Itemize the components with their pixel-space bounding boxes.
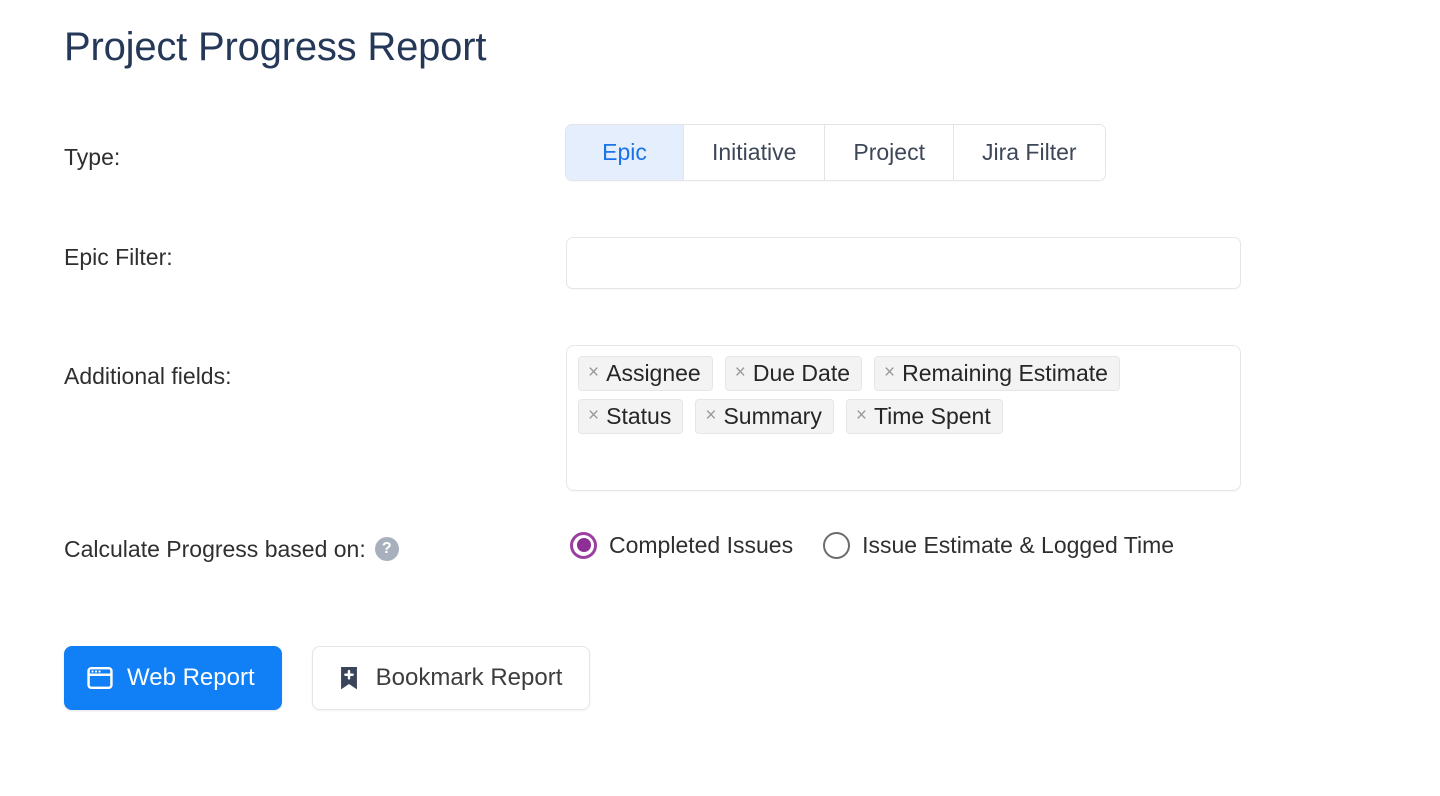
epic-filter-input[interactable] [566, 237, 1241, 289]
tab-epic[interactable]: Epic [566, 125, 684, 180]
chip-summary[interactable]: × Summary [695, 399, 834, 434]
chip-status[interactable]: × Status [578, 399, 684, 434]
tab-initiative[interactable]: Initiative [684, 125, 826, 180]
bookmark-report-button-label: Bookmark Report [375, 664, 563, 691]
calculate-progress-label: Calculate Progress based on: [64, 536, 366, 562]
remove-chip-icon[interactable]: × [588, 406, 599, 425]
web-report-button-label: Web Report [127, 664, 255, 691]
chip-label: Time Spent [873, 403, 991, 429]
chip-label: Assignee [606, 360, 701, 386]
radio-option-completed-issues[interactable]: Completed Issues [570, 530, 793, 560]
chip-label: Due Date [752, 360, 851, 386]
chip-label: Remaining Estimate [902, 360, 1108, 386]
type-tab-group: Epic Initiative Project Jira Filter [566, 125, 1105, 180]
tab-project[interactable]: Project [825, 125, 954, 180]
radio-dot-unselected-icon[interactable] [823, 531, 851, 559]
remove-chip-icon[interactable]: × [588, 363, 599, 382]
calculate-progress-radio-group: Completed Issues Issue Estimate & Logged… [570, 530, 1174, 560]
type-label: Type: [64, 144, 121, 170]
remove-chip-icon[interactable]: × [884, 363, 895, 382]
remove-chip-icon[interactable]: × [705, 406, 716, 425]
browser-window-icon [86, 664, 114, 692]
tab-epic-label: Epic [602, 139, 647, 165]
additional-fields-label: Additional fields: [64, 363, 232, 389]
question-mark-icon[interactable]: ? [374, 537, 399, 561]
chip-label: Summary [723, 403, 822, 429]
chip-label: Status [606, 403, 672, 429]
tab-jira-filter[interactable]: Jira Filter [953, 125, 1105, 180]
epic-filter-label: Epic Filter: [64, 244, 173, 270]
tab-jira-filter-label: Jira Filter [981, 139, 1077, 165]
tab-project-label: Project [853, 139, 925, 165]
project-progress-report-page: Project Progress Report Type: Epic Initi… [0, 0, 1440, 796]
calculate-progress-label-group: Calculate Progress based on: ? [64, 534, 399, 564]
remove-chip-icon[interactable]: × [735, 363, 746, 382]
chip-time-spent[interactable]: × Time Spent [845, 399, 1003, 434]
radio-label: Issue Estimate & Logged Time [862, 532, 1175, 558]
chip-due-date[interactable]: × Due Date [724, 356, 863, 391]
action-button-row: Web Report Bookmark Report [64, 646, 591, 710]
radio-option-issue-estimate-logged-time[interactable]: Issue Estimate & Logged Time [823, 530, 1174, 560]
remove-chip-icon[interactable]: × [856, 406, 867, 425]
chip-assignee[interactable]: × Assignee [578, 356, 713, 391]
bookmark-plus-icon [335, 664, 363, 692]
radio-dot-selected-icon[interactable] [570, 531, 597, 559]
additional-fields-multiselect[interactable]: × Assignee × Due Date × Remaining Estima… [566, 345, 1241, 491]
bookmark-report-button[interactable]: Bookmark Report [311, 646, 591, 710]
page-title: Project Progress Report [64, 25, 487, 69]
tab-initiative-label: Initiative [712, 139, 797, 165]
radio-label: Completed Issues [609, 532, 794, 558]
chip-remaining-estimate[interactable]: × Remaining Estimate [874, 356, 1120, 391]
web-report-button[interactable]: Web Report [64, 646, 282, 710]
